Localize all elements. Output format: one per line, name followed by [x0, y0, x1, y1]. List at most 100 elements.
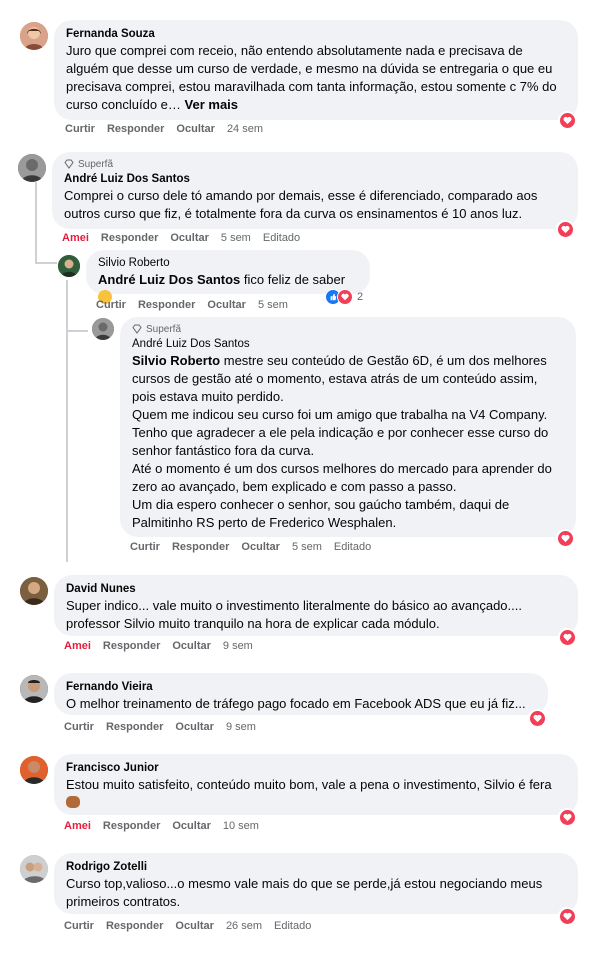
hide-action[interactable]: Ocultar: [175, 920, 214, 932]
comment-text-line: Até o momento é um dos cursos melhores d…: [132, 461, 552, 494]
hide-action[interactable]: Ocultar: [207, 299, 246, 311]
avatar[interactable]: [58, 255, 80, 277]
comment-text: Curso top,valioso...o mesmo vale mais do…: [66, 876, 543, 909]
heart-icon: [532, 714, 542, 722]
comment-bubble: Fernando Vieira O melhor treinamento de …: [54, 673, 548, 715]
heart-icon: [562, 813, 572, 821]
like-action[interactable]: Curtir: [130, 541, 160, 553]
author-name[interactable]: Silvio Roberto: [98, 256, 358, 271]
comment-actions: Amei Responder Ocultar 10 sem: [64, 818, 259, 834]
comment-text-line: Tenho que agradecer a ele pela indicação…: [132, 425, 549, 458]
love-reaction[interactable]: [556, 529, 574, 547]
love-reaction[interactable]: [558, 907, 576, 925]
avatar[interactable]: [20, 577, 48, 605]
heart-icon: [562, 116, 572, 124]
timestamp[interactable]: 9 sem: [226, 721, 256, 733]
reply-action[interactable]: Responder: [172, 541, 229, 553]
fist-emoji: [66, 796, 80, 808]
reactions-summary[interactable]: 2: [325, 288, 363, 306]
reply-action[interactable]: Responder: [101, 232, 158, 244]
edited-label[interactable]: Editado: [263, 232, 300, 244]
comment-text-body: fico feliz de saber: [240, 272, 346, 287]
comment-text-line: Um dia espero conhecer o senhor, sou gaú…: [132, 497, 510, 530]
author-name[interactable]: Rodrigo Zotelli: [66, 860, 566, 875]
reply-action[interactable]: Responder: [106, 920, 163, 932]
heart-icon: [560, 225, 570, 233]
hide-action[interactable]: Ocultar: [172, 640, 211, 652]
comment-text: Comprei o curso dele tó amando por demai…: [64, 188, 538, 221]
author-name[interactable]: Fernando Vieira: [66, 680, 536, 695]
timestamp[interactable]: 24 sem: [227, 123, 263, 135]
author-name[interactable]: David Nunes: [66, 582, 566, 597]
love-reaction[interactable]: [558, 628, 576, 646]
reply-action[interactable]: Responder: [106, 721, 163, 733]
love-action[interactable]: Amei: [64, 820, 91, 832]
timestamp[interactable]: 5 sem: [292, 541, 322, 553]
comment-bubble: Francisco Junior Estou muito satisfeito,…: [54, 754, 578, 815]
edited-label[interactable]: Editado: [334, 541, 371, 553]
reply-action[interactable]: Responder: [138, 299, 195, 311]
avatar[interactable]: [20, 855, 48, 883]
comment-text: Estou muito satisfeito, conteúdo muito b…: [66, 777, 552, 792]
like-action[interactable]: Curtir: [96, 299, 126, 311]
see-more-link[interactable]: Ver mais: [185, 97, 239, 112]
heart-icon: [560, 534, 570, 542]
author-name[interactable]: Francisco Junior: [66, 761, 566, 776]
timestamp[interactable]: 10 sem: [223, 820, 259, 832]
avatar[interactable]: [92, 318, 114, 340]
comment-bubble: Superfã André Luiz Dos Santos Comprei o …: [52, 152, 578, 229]
comment-actions: Curtir Responder Ocultar 5 sem: [96, 297, 288, 313]
comment-bubble: David Nunes Super indico... vale muito o…: [54, 575, 578, 636]
badge-label: Superfã: [78, 158, 114, 170]
reply-action[interactable]: Responder: [103, 640, 160, 652]
comment-text-line: Quem me indicou seu curso foi um amigo q…: [132, 407, 548, 422]
thread-line: [35, 182, 37, 262]
avatar[interactable]: [20, 675, 48, 703]
thread-line: [66, 330, 88, 332]
like-action[interactable]: Curtir: [65, 123, 95, 135]
hide-action[interactable]: Ocultar: [241, 541, 280, 553]
love-reaction[interactable]: [556, 220, 574, 238]
author-name[interactable]: André Luiz Dos Santos: [64, 172, 566, 187]
author-name[interactable]: André Luiz Dos Santos: [132, 337, 564, 352]
badge-label: Superfã: [146, 323, 182, 335]
timestamp[interactable]: 5 sem: [258, 299, 288, 311]
timestamp[interactable]: 9 sem: [223, 640, 253, 652]
timestamp[interactable]: 5 sem: [221, 232, 251, 244]
like-action[interactable]: Curtir: [64, 721, 94, 733]
like-action[interactable]: Curtir: [64, 920, 94, 932]
superfan-badge: Superfã: [132, 323, 564, 335]
diamond-icon: [64, 159, 74, 169]
comment-actions: Amei Responder Ocultar 9 sem: [64, 638, 253, 654]
hide-action[interactable]: Ocultar: [170, 232, 209, 244]
hide-action[interactable]: Ocultar: [172, 820, 211, 832]
mention[interactable]: Silvio Roberto: [132, 353, 220, 368]
author-name[interactable]: Fernanda Souza: [66, 27, 566, 42]
love-reaction[interactable]: [558, 111, 576, 129]
mention[interactable]: André Luiz Dos Santos: [98, 272, 240, 287]
love-action[interactable]: Amei: [62, 232, 89, 244]
reply-action[interactable]: Responder: [103, 820, 160, 832]
avatar[interactable]: [20, 756, 48, 784]
hide-action[interactable]: Ocultar: [176, 123, 215, 135]
love-reaction[interactable]: [558, 808, 576, 826]
comment-text-body: Juro que comprei com receio, não entendo…: [66, 43, 557, 112]
thread-line: [66, 280, 68, 562]
avatar[interactable]: [20, 22, 48, 50]
love-action[interactable]: Amei: [64, 640, 91, 652]
hide-action[interactable]: Ocultar: [175, 721, 214, 733]
reply-action[interactable]: Responder: [107, 123, 164, 135]
timestamp[interactable]: 26 sem: [226, 920, 262, 932]
comment-actions: Curtir Responder Ocultar 5 sem Editado: [130, 539, 371, 555]
reaction-count: 2: [357, 291, 364, 303]
edited-label[interactable]: Editado: [274, 920, 311, 932]
avatar[interactable]: [18, 154, 46, 182]
love-reaction[interactable]: [528, 709, 546, 727]
like-icon: [330, 293, 337, 301]
heart-icon: [341, 293, 349, 301]
comment-text: Silvio Roberto mestre seu conteúdo de Ge…: [132, 352, 564, 406]
diamond-icon: [132, 324, 142, 334]
comment-text: Super indico... vale muito o investiment…: [66, 598, 522, 631]
heart-icon: [562, 912, 572, 920]
comment-actions: Amei Responder Ocultar 5 sem Editado: [62, 230, 300, 246]
